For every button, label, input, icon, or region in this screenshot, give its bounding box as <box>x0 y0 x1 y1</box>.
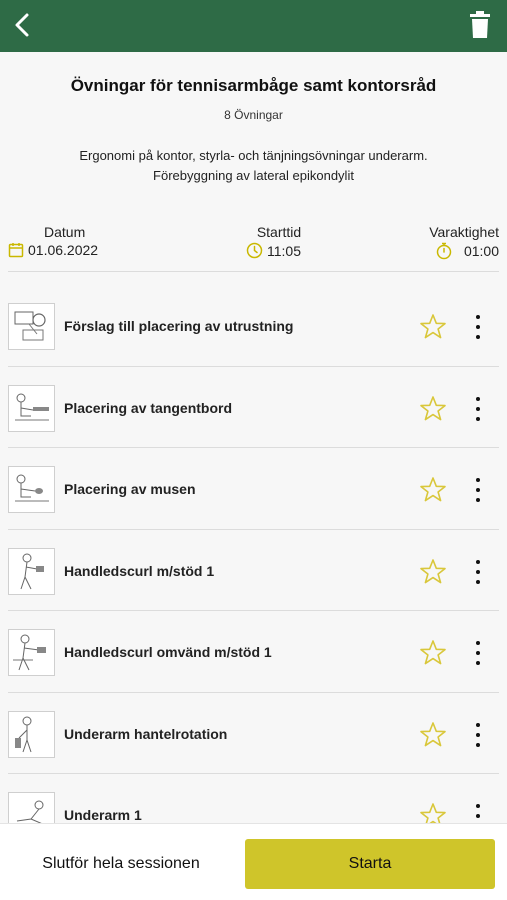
session-meta: Datum 01.06.2022 Starttid 11:05 Varaktig… <box>0 224 507 272</box>
star-icon[interactable] <box>419 639 447 667</box>
exercise-thumbnail <box>8 629 55 676</box>
exercise-thumbnail <box>8 792 55 823</box>
more-options-icon[interactable] <box>471 558 485 586</box>
start-button[interactable]: Starta <box>245 839 495 889</box>
date-field: Datum 01.06.2022 <box>8 224 98 258</box>
exercise-label: Handledscurl m/stöd 1 <box>64 562 215 579</box>
more-options-icon[interactable] <box>471 476 485 504</box>
session-header: Övningar för tennisarmbåge samt kontorsr… <box>0 52 507 186</box>
more-options-icon[interactable] <box>471 395 485 423</box>
page-title: Övningar för tennisarmbåge samt kontorsr… <box>70 76 437 95</box>
exercise-row[interactable]: Handledscurl omvänd m/stöd 1 <box>8 611 499 693</box>
star-icon[interactable] <box>419 395 447 423</box>
exercise-row[interactable]: Placering av tangentbord <box>8 367 499 448</box>
exercise-thumbnail <box>8 303 55 350</box>
date-value: 01.06.2022 <box>28 242 99 258</box>
calendar-icon <box>8 243 24 258</box>
exercise-label: Underarm 1 <box>64 807 142 823</box>
start-time-label: Starttid <box>256 224 302 240</box>
duration-label: Varaktighet <box>429 224 499 240</box>
exercise-list: Förslag till placering av utrustning Pla… <box>0 285 507 823</box>
description-line-1: Ergonomi på kontor, styrla- och tänjning… <box>79 148 428 163</box>
top-app-bar <box>0 0 507 52</box>
finish-session-button[interactable]: Slutför hela sessionen <box>16 839 226 889</box>
star-icon[interactable] <box>419 313 447 341</box>
exercise-row[interactable]: Förslag till placering av utrustning <box>8 285 499 367</box>
exercise-row[interactable]: Underarm hantelrotation <box>8 693 499 774</box>
exercise-row[interactable]: Handledscurl m/stöd 1 <box>8 530 499 611</box>
session-description: Ergonomi på kontor, styrla- och tänjning… <box>0 146 507 186</box>
exercise-thumbnail <box>8 710 55 758</box>
stopwatch-icon <box>436 242 452 260</box>
exercise-label: Förslag till placering av utrustning <box>64 318 294 334</box>
more-options-icon[interactable] <box>471 313 485 341</box>
exercise-label: Underarm hantelrotation <box>64 725 228 742</box>
star-icon[interactable] <box>419 721 447 749</box>
exercise-label: Placering av musen <box>64 481 196 497</box>
exercise-row[interactable]: Placering av musen <box>8 448 499 530</box>
date-label: Datum <box>44 224 86 240</box>
exercise-label: Handledscurl omvänd m/stöd 1 <box>64 644 272 660</box>
exercise-thumbnail <box>8 466 55 513</box>
exercise-thumbnail <box>8 547 55 595</box>
more-options-icon[interactable] <box>471 802 485 823</box>
start-time-value: 11:05 <box>267 242 301 259</box>
trash-icon[interactable] <box>463 8 497 42</box>
exercise-row[interactable]: Underarm 1 <box>8 774 499 823</box>
exercise-label: Placering av tangentbord <box>64 399 233 416</box>
description-line-2: Förebyggning av lateral epikondylit <box>153 168 354 183</box>
more-options-icon[interactable] <box>471 639 485 667</box>
star-icon[interactable] <box>419 476 447 504</box>
divider <box>8 271 499 272</box>
exercise-thumbnail <box>8 384 55 432</box>
star-icon[interactable] <box>419 802 447 823</box>
star-icon[interactable] <box>419 558 447 586</box>
exercise-count: 8 Övningar <box>224 108 283 122</box>
clock-icon <box>246 242 263 259</box>
start-time-field: Starttid 11:05 <box>246 224 312 259</box>
back-icon[interactable] <box>6 8 40 42</box>
duration-field: Varaktighet 01:00 <box>429 224 499 260</box>
more-options-icon[interactable] <box>471 721 485 749</box>
bottom-action-bar: Slutför hela sessionen Starta <box>0 823 507 900</box>
duration-value: 01:00 <box>463 243 499 259</box>
